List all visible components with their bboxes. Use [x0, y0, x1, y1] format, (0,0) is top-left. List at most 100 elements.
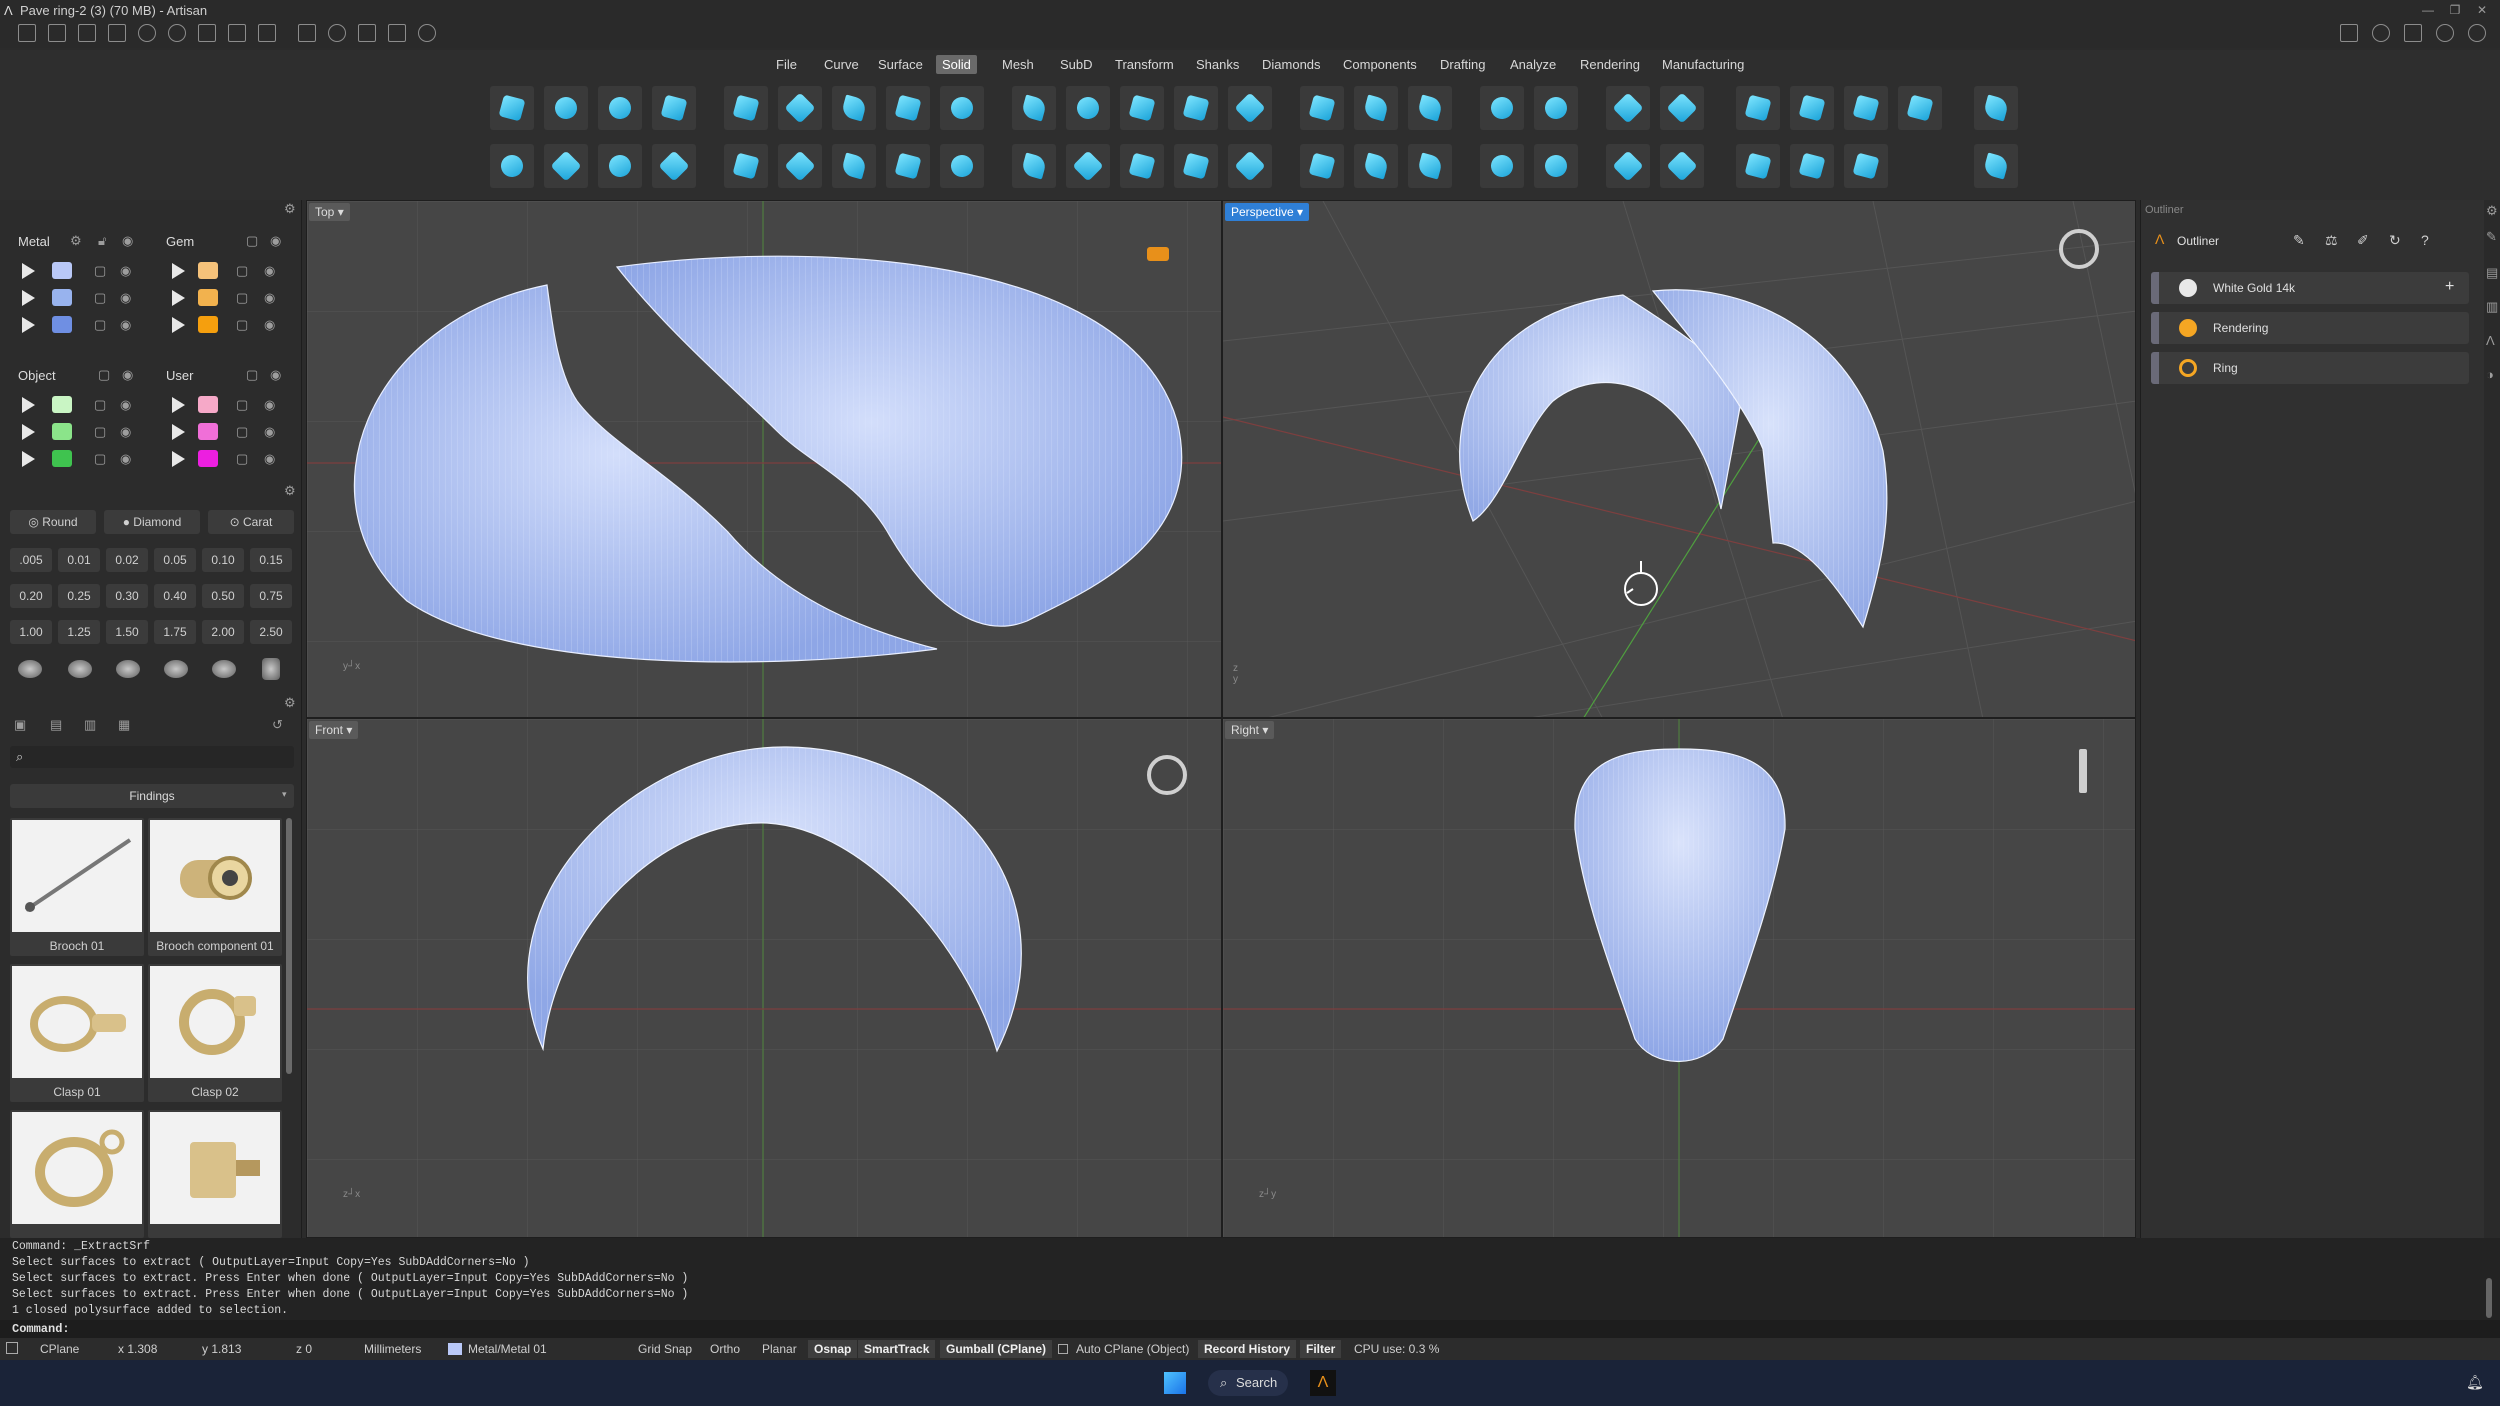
layer-group-eye-icon[interactable]: ◉ — [270, 234, 281, 248]
bag-icon[interactable] — [2340, 24, 2358, 42]
library-item[interactable] — [148, 1110, 282, 1238]
layer-color-swatch[interactable] — [198, 423, 218, 440]
lens-tool-button[interactable] — [598, 144, 642, 188]
play-icon[interactable] — [22, 451, 35, 467]
viewport-label[interactable]: Right ▾ — [1225, 721, 1275, 739]
brush-icon[interactable] — [358, 24, 376, 42]
section-tool-button[interactable] — [1660, 144, 1704, 188]
move-face-tool-button[interactable] — [1790, 86, 1834, 130]
frustum-tool-button[interactable] — [832, 144, 876, 188]
command-scrollbar[interactable] — [2486, 1278, 2492, 1318]
layer-color-swatch[interactable] — [198, 262, 218, 279]
slab-tool-button[interactable] — [886, 86, 930, 130]
cap-tool-button[interactable] — [1228, 86, 1272, 130]
strip-properties-icon[interactable]: ▥ — [2486, 300, 2498, 314]
filter-toggle[interactable]: Filter — [1300, 1340, 1342, 1358]
gem-size-button[interactable]: 1.00 — [10, 620, 52, 644]
lock-icon[interactable]: ▢ — [236, 398, 248, 412]
play-icon[interactable] — [172, 317, 185, 333]
merge-faces-tool-button[interactable] — [1736, 144, 1780, 188]
info-icon[interactable] — [2372, 24, 2390, 42]
gem-profile-cushion-icon[interactable] — [116, 660, 140, 678]
pyramid-tool-button[interactable] — [652, 144, 696, 188]
gem-profile-round-icon[interactable] — [18, 660, 42, 678]
round-shape-button[interactable]: ◎ Round — [10, 510, 96, 534]
gumball-toggle[interactable]: Gumball (CPlane) — [940, 1340, 1053, 1358]
layer-color-swatch[interactable] — [52, 396, 72, 413]
gem-panel-settings-icon[interactable]: ⚙ — [284, 484, 296, 498]
trim-tool-button[interactable] — [1660, 86, 1704, 130]
play-icon[interactable] — [172, 451, 185, 467]
layer-row[interactable]: ▢ ◉ — [150, 421, 300, 443]
offset-solid-tool-button[interactable] — [1354, 144, 1398, 188]
eye-icon[interactable]: ◉ — [264, 318, 275, 332]
gem-size-button[interactable]: 0.40 — [154, 584, 196, 608]
torus-tool-button[interactable] — [1066, 86, 1110, 130]
menu-file[interactable]: File — [770, 55, 803, 74]
strip-brush-icon[interactable]: ✎ — [2486, 230, 2497, 244]
gem-size-button[interactable]: 0.25 — [58, 584, 100, 608]
layer-color-swatch[interactable] — [198, 316, 218, 333]
carat-unit-button[interactable]: ⊙ Carat — [208, 510, 294, 534]
library-add-icon[interactable]: ▥ — [84, 718, 96, 732]
layer-group-options-icon[interactable]: ⚙ — [70, 234, 82, 248]
library-folder-icon[interactable]: ▤ — [50, 718, 62, 732]
solid-options-button[interactable] — [1974, 144, 2018, 188]
menu-rendering[interactable]: Rendering — [1574, 55, 1646, 74]
layer-color-swatch[interactable] — [52, 316, 72, 333]
split-face-tool-button[interactable] — [1898, 86, 1942, 130]
smarttrack-toggle[interactable]: SmartTrack — [858, 1340, 936, 1358]
pinch-tool-button[interactable] — [1120, 144, 1164, 188]
menu-subd[interactable]: SubD — [1054, 55, 1099, 74]
eye-icon[interactable]: ◉ — [120, 425, 131, 439]
menu-drafting[interactable]: Drafting — [1434, 55, 1492, 74]
layer-row[interactable]: ▢ ◉ — [0, 394, 150, 416]
layer-group-eye-icon[interactable]: ◉ — [270, 368, 281, 382]
boolean-split-tool-button[interactable] — [1534, 144, 1578, 188]
undo-icon[interactable] — [138, 24, 156, 42]
command-line[interactable]: Command: — [0, 1320, 2500, 1338]
box-tool-button[interactable] — [490, 86, 534, 130]
strip-help-icon[interactable]: ◑ — [2486, 368, 2494, 382]
patch-solid-tool-button[interactable] — [1408, 144, 1452, 188]
open-recent-icon[interactable] — [108, 24, 126, 42]
layer-color-swatch[interactable] — [52, 289, 72, 306]
play-icon[interactable] — [22, 290, 35, 306]
help-icon[interactable] — [2436, 24, 2454, 42]
eye-icon[interactable]: ◉ — [120, 452, 131, 466]
diamond-shape-button[interactable]: ● Diamond — [104, 510, 200, 534]
menu-solid[interactable]: Solid — [936, 55, 977, 74]
library-refresh-icon[interactable]: ↺ — [272, 718, 283, 732]
outliner-item-rendering[interactable]: Rendering — [2151, 312, 2469, 344]
layer-group-lock-icon[interactable]: 🔓︎ — [98, 234, 106, 248]
windows-start-icon[interactable] — [1164, 1372, 1186, 1394]
library-search-field[interactable]: ⌕ — [10, 746, 294, 768]
play-icon[interactable] — [22, 397, 35, 413]
library-item[interactable]: Clasp 02 — [148, 964, 282, 1102]
play-icon[interactable] — [22, 424, 35, 440]
gem-size-button[interactable]: 0.15 — [250, 548, 292, 572]
truncated-cone-tool-button[interactable] — [832, 86, 876, 130]
layer-row[interactable]: ▢ ◉ — [150, 287, 300, 309]
redo-icon[interactable] — [168, 24, 186, 42]
viewport-label[interactable]: Perspective ▾ — [1225, 203, 1310, 221]
library-scrollbar[interactable] — [286, 818, 292, 1074]
eye-icon[interactable]: ◉ — [264, 398, 275, 412]
library-item[interactable]: Brooch component 01 — [148, 818, 282, 956]
account-icon[interactable] — [2468, 24, 2486, 42]
lock-icon[interactable]: ▢ — [236, 452, 248, 466]
auto-cplane-toggle[interactable]: Auto CPlane (Object) — [1070, 1340, 1195, 1358]
perspective-viewport[interactable]: Perspective ▾ zy — [1222, 200, 2136, 718]
new-template-icon[interactable] — [48, 24, 66, 42]
layer-row[interactable]: ▢ ◉ — [0, 314, 150, 336]
ellipsoid-tool-button[interactable] — [598, 86, 642, 130]
gem-size-button[interactable]: 1.75 — [154, 620, 196, 644]
tetrahedron-tool-button[interactable] — [778, 144, 822, 188]
layer-row[interactable]: ▢ ◉ — [150, 448, 300, 470]
boolean-union-tool-button[interactable] — [1480, 86, 1524, 130]
pipe-icon[interactable] — [388, 24, 406, 42]
play-icon[interactable] — [172, 290, 185, 306]
layer-row[interactable]: ▢ ◉ — [0, 421, 150, 443]
save-as-icon[interactable] — [228, 24, 246, 42]
offset-srf-tool-button[interactable] — [1354, 86, 1398, 130]
